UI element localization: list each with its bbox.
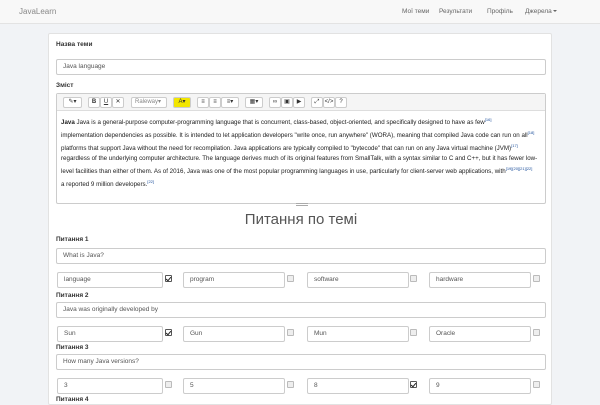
questions-title: Питання по темі: [244, 211, 358, 228]
editor-line-text: regardless of the underlying computer ar…: [61, 155, 538, 163]
q2-answer-1-input[interactable]: Sun: [57, 326, 163, 342]
question-2-input[interactable]: Java was originally developed by: [56, 302, 546, 318]
q3-answer-4-checkbox[interactable]: [533, 381, 540, 388]
align-icon[interactable]: ≡▾: [221, 97, 239, 108]
q2-answer-2-checkbox[interactable]: [287, 329, 294, 336]
q3-answer-1-checkbox[interactable]: [165, 381, 172, 388]
q2-answer-3-input[interactable]: Mun: [307, 326, 409, 342]
q2-answer-2-input[interactable]: Gun: [183, 326, 285, 342]
q2-answer-4-input[interactable]: Oracle: [429, 326, 531, 342]
editor-line: Java Java is a general-purpose computer-…: [61, 117, 492, 127]
title-input[interactable]: Java language: [56, 59, 546, 75]
editor-line: level facilities than either of them. As…: [61, 164, 543, 177]
question-3-label: Питання 3: [56, 344, 89, 351]
q1-answer-1-input[interactable]: language: [57, 272, 163, 288]
citation-ref[interactable]: [18]: [528, 130, 535, 135]
magic-icon[interactable]: ✎▾: [63, 97, 82, 108]
q2-answer-1-checkbox[interactable]: [165, 329, 172, 336]
underline-icon[interactable]: U: [100, 97, 112, 108]
editor-resize-handle[interactable]: [296, 203, 308, 206]
q3-answer-2-input[interactable]: 5: [183, 378, 285, 394]
video-icon[interactable]: ▶: [293, 97, 305, 108]
editor-line: a reported 9 million developers.[22]: [61, 177, 543, 190]
font-family-select[interactable]: Raleway▾: [131, 97, 167, 108]
editor-line: implementation dependencies as possible.…: [61, 128, 543, 141]
q1-answer-3-input[interactable]: software: [307, 272, 409, 288]
eraser-icon[interactable]: ✕: [112, 97, 124, 108]
link-icon[interactable]: ∞: [269, 97, 281, 108]
bold-icon[interactable]: B: [88, 97, 100, 108]
q1-answer-2-checkbox[interactable]: [287, 275, 294, 282]
q2-answer-3-checkbox[interactable]: [410, 329, 417, 336]
editor-line-text: implementation dependencies as possible.…: [61, 132, 528, 140]
title-label: Назва теми: [56, 41, 93, 48]
editor-line: platforms that support Java without the …: [61, 141, 543, 154]
topic-edit-panel: Назва теми Java language Зміст ✎▾ B U ✕ …: [48, 33, 552, 405]
content-label: Зміст: [56, 82, 74, 89]
question-3-input[interactable]: How many Java versions?: [56, 354, 546, 370]
nav-results[interactable]: Результати: [439, 8, 472, 15]
q3-answer-1-input[interactable]: 3: [57, 378, 163, 394]
code-icon[interactable]: </>: [323, 97, 335, 108]
citation-ref[interactable]: [16]: [485, 117, 492, 122]
citation-ref[interactable]: [19][20][21][22]: [506, 166, 533, 171]
editor-toolbar: ✎▾ B U ✕ Raleway▾ A▾ ≡ ≡ ≡▾ ▦▾ ∞ ▣ ▶ ⤢ <…: [57, 94, 545, 111]
question-1-label: Питання 1: [56, 236, 89, 243]
q3-answer-3-input[interactable]: 8: [307, 378, 409, 394]
rich-text-editor[interactable]: ✎▾ B U ✕ Raleway▾ A▾ ≡ ≡ ≡▾ ▦▾ ∞ ▣ ▶ ⤢ <…: [56, 93, 546, 206]
q1-answer-3-checkbox[interactable]: [410, 275, 417, 282]
nav-sources-dropdown[interactable]: Джерела: [525, 8, 557, 15]
q1-answer-4-input[interactable]: hardware: [429, 272, 531, 288]
nav-sources-label: Джерела: [525, 8, 552, 15]
nav-my-topics[interactable]: Мої теми: [402, 8, 429, 15]
navbar: JavaLearn Мої теми Результати Профіль Дж…: [0, 0, 600, 24]
list-ul-icon[interactable]: ≡: [197, 97, 209, 108]
nav-profile[interactable]: Профіль: [487, 8, 513, 15]
q1-answer-4-checkbox[interactable]: [533, 275, 540, 282]
help-icon[interactable]: ?: [335, 97, 347, 108]
q1-answer-2-input[interactable]: program: [183, 272, 285, 288]
table-icon[interactable]: ▦▾: [245, 97, 263, 108]
color-icon[interactable]: A▾: [173, 97, 191, 108]
caret-down-icon: [552, 10, 557, 13]
font-select-value: Raleway: [135, 99, 159, 105]
editor-line-text: platforms that support Java without the …: [61, 145, 512, 153]
editor-line-text: Java is a general-purpose computer-progr…: [76, 119, 485, 127]
editor-line: regardless of the underlying computer ar…: [61, 154, 543, 164]
picture-icon[interactable]: ▣: [281, 97, 293, 108]
citation-ref[interactable]: [17]: [511, 143, 518, 148]
brand-logo[interactable]: JavaLearn: [19, 7, 56, 16]
fullscreen-icon[interactable]: ⤢: [311, 97, 323, 108]
citation-ref[interactable]: [22]: [147, 179, 154, 184]
editor-line-text: level facilities than either of them. As…: [61, 168, 506, 176]
question-2-label: Питання 2: [56, 292, 89, 299]
q3-answer-3-checkbox[interactable]: [410, 381, 417, 388]
q3-answer-2-checkbox[interactable]: [287, 381, 294, 388]
list-ol-icon[interactable]: ≡: [209, 97, 221, 108]
q2-answer-4-checkbox[interactable]: [533, 329, 540, 336]
editor-line-text: a reported 9 million developers.: [61, 181, 148, 189]
q1-answer-1-checkbox[interactable]: [165, 275, 172, 282]
q3-answer-4-input[interactable]: 9: [429, 378, 531, 394]
editor-content[interactable]: Java Java is a general-purpose computer-…: [61, 115, 543, 190]
question-1-input[interactable]: What is Java?: [56, 248, 546, 264]
